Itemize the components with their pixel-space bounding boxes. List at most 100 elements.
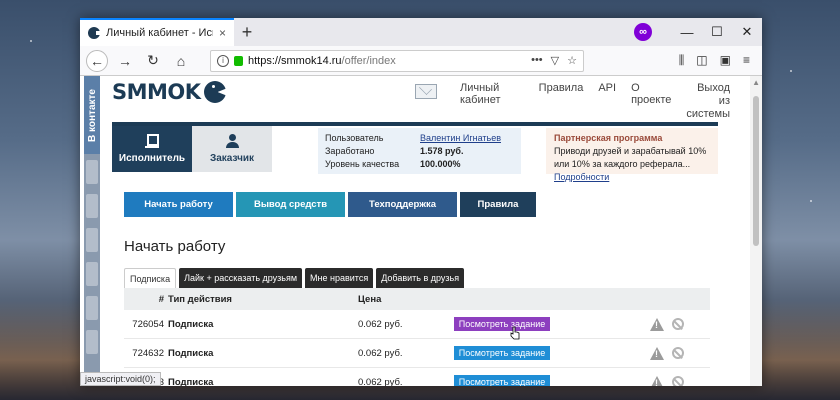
container-icon[interactable]: ▣ [720,53,731,68]
partner-details-link[interactable]: Подробности [554,172,609,182]
url-path: /offer/index [341,54,396,67]
library-icon[interactable]: ⫼ [679,53,685,68]
tab-subscribe[interactable]: Подписка [124,268,177,288]
quality-value: 100.000% [420,159,461,169]
close-window-button[interactable]: ✕ [732,18,762,46]
action-buttons: Начать работу Вывод средств Техподдержка… [124,192,536,217]
vk-widget-button[interactable]: В контакте [84,76,100,154]
scroll-thumb[interactable] [753,96,759,246]
forward-arrow-icon[interactable]: → [114,50,136,72]
social-icon[interactable] [86,330,98,354]
withdraw-button[interactable]: Вывод средств [236,192,345,217]
user-label: Пользователь [325,133,384,143]
report-warning-icon[interactable] [650,346,664,360]
new-tab-button[interactable]: + [234,18,260,46]
scroll-up-icon[interactable]: ▲ [752,78,760,87]
task-id: 724632 [132,347,164,359]
column-header-price: Цена [358,293,382,305]
hand-cursor-icon [510,326,520,340]
tab-like[interactable]: Мне нравится [305,268,374,288]
report-warning-icon[interactable] [650,375,664,386]
role-tab-worker[interactable]: Исполнитель [112,126,192,172]
browser-tab[interactable]: Личный кабинет - Исполнитель × [80,18,234,46]
partner-text: Приводи друзей и зарабатывай 10% или 10%… [554,146,707,169]
status-bar: javascript:void(0); [80,372,161,386]
logo-pacman-icon [203,81,226,103]
menu-logout[interactable]: Выход из системы [686,82,730,121]
column-header-id: # [158,293,164,305]
quality-label: Уровень качества [325,159,400,169]
menu-personal-cabinet[interactable]: Личный кабинет [460,82,524,121]
tab-close-icon[interactable]: × [219,26,226,40]
social-icon[interactable] [86,262,98,286]
mail-icon[interactable] [415,84,437,99]
logo-text: SMMOK [112,80,201,104]
task-type: Подписка [168,347,214,359]
page-actions-icon[interactable]: ••• [531,54,543,67]
social-icon[interactable] [86,296,98,320]
tab-add-friend[interactable]: Добавить в друзья [376,268,465,288]
report-warning-icon[interactable] [650,317,664,331]
table-row: 726054 Подписка 0.062 руб. Посмотреть за… [124,310,710,339]
earned-value: 1.578 руб. [420,146,464,156]
star [30,40,32,42]
bookmark-star-icon[interactable]: ☆ [567,54,577,67]
tab-title: Личный кабинет - Исполнитель [106,27,213,39]
partner-title: Партнерская программа [554,133,663,143]
view-task-button[interactable]: Посмотреть задание [454,375,550,386]
info-icon[interactable]: i [217,54,229,67]
maximize-button[interactable]: ☐ [702,18,732,46]
rules-button[interactable]: Правила [460,192,536,217]
site-logo[interactable]: SMMOK [112,80,226,104]
section-title: Начать работу [124,238,226,255]
start-work-button[interactable]: Начать работу [124,192,233,217]
view-task-button[interactable]: Посмотреть задание [454,317,550,331]
social-icon[interactable] [86,194,98,218]
menu-api[interactable]: API [598,82,616,121]
user-info-panel: Пользователь Валентин Игнатьев Заработано… [318,128,521,174]
worker-icon [145,134,159,148]
pocket-icon[interactable]: ▽ [551,54,559,67]
user-icon [225,134,239,148]
task-type: Подписка [168,318,214,330]
browser-window: Личный кабинет - Исполнитель × + ∞ — ☐ ✕… [80,18,762,386]
hide-ban-icon[interactable] [672,376,684,386]
role-tab-client[interactable]: Заказчик [192,126,272,172]
support-button[interactable]: Техподдержка [348,192,457,217]
tab-bar: Личный кабинет - Исполнитель × + ∞ — ☐ ✕ [80,18,762,46]
user-name-link[interactable]: Валентин Игнатьев [420,132,501,145]
back-arrow-icon[interactable]: ← [86,49,108,72]
hide-ban-icon[interactable] [672,347,684,359]
view-task-button[interactable]: Посмотреть задание [454,346,550,360]
earned-label: Заработано [325,146,375,156]
sidebar-icon[interactable]: ◫ [696,53,707,68]
menu-rules[interactable]: Правила [539,82,584,121]
table-row: 724632 Подписка 0.062 руб. Посмотреть за… [124,339,710,368]
tasks-table: # Тип действия Цена 726054 Подписка 0.06… [124,288,710,386]
table-row: 723303 Подписка 0.062 руб. Посмотреть за… [124,368,710,386]
task-price: 0.062 руб. [358,318,403,330]
lock-icon [234,55,243,66]
reload-icon[interactable]: ↻ [142,50,164,72]
top-menu: Личный кабинет Правила API О проекте Вых… [460,82,730,121]
url-bar[interactable]: i https://smmok14.ru/offer/index ••• ▽ ☆ [210,49,584,72]
vertical-scrollbar[interactable]: ▲ [750,76,762,386]
menu-hamburger-icon[interactable]: ≡ [743,53,750,68]
url-text[interactable]: https://smmok14.ru/offer/index [248,55,526,67]
minimize-button[interactable]: — [672,18,702,46]
table-header: # Тип действия Цена [124,288,710,310]
star [790,70,792,72]
task-id: 726054 [132,318,164,330]
menu-about[interactable]: О проекте [631,82,671,121]
private-browsing-icon: ∞ [634,23,652,41]
partner-program-panel: Партнерская программа Приводи друзей и з… [546,128,718,182]
tab-like-share[interactable]: Лайк + рассказать друзьям [179,268,303,288]
task-type: Подписка [168,376,214,387]
social-icon[interactable] [86,160,98,184]
task-price: 0.062 руб. [358,347,403,359]
task-type-tabs: Подписка Лайк + рассказать друзьям Мне н… [124,268,465,288]
social-icon[interactable] [86,228,98,252]
hide-ban-icon[interactable] [672,318,684,330]
home-icon[interactable]: ⌂ [170,50,192,72]
star [810,200,812,202]
